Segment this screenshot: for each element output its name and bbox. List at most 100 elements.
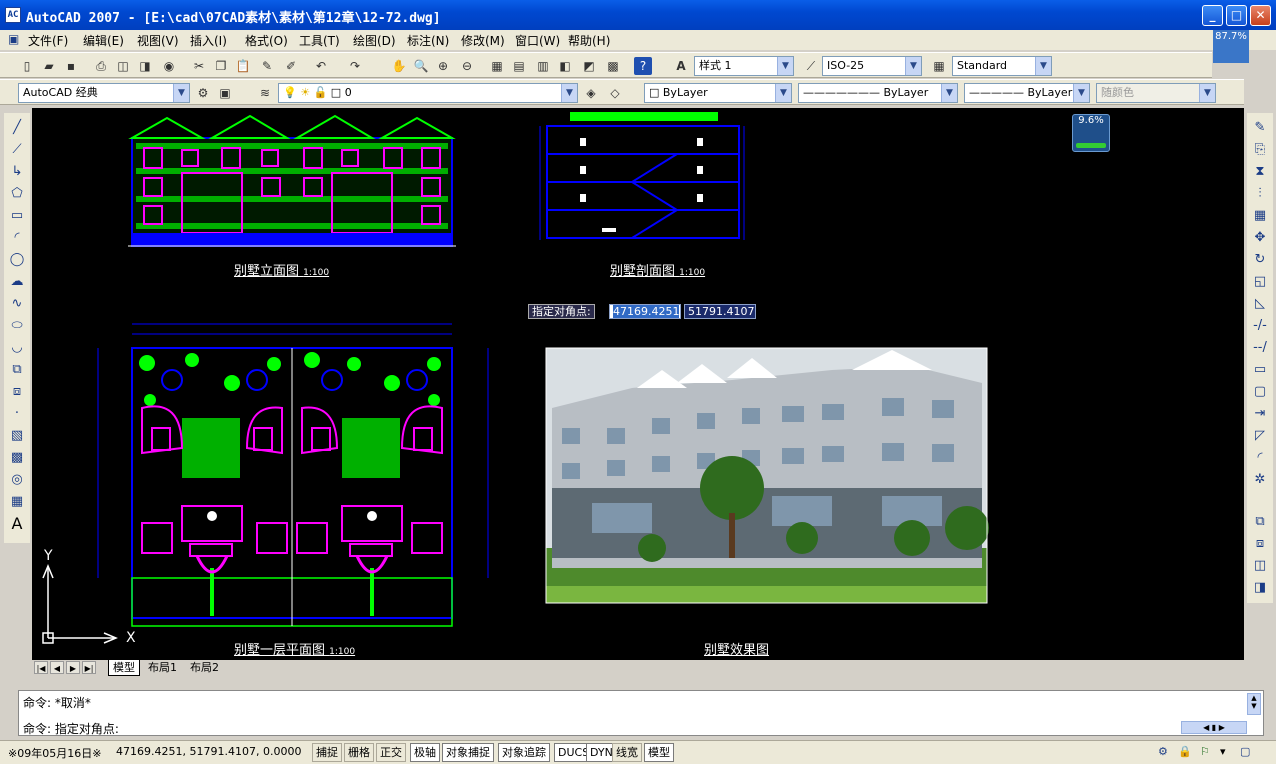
revision-cloud-icon[interactable]: ☁ — [8, 273, 26, 291]
gradient-icon[interactable]: ▩ — [8, 449, 26, 467]
menu-insert[interactable]: 插入(I) — [190, 32, 227, 49]
layer-previous-icon[interactable]: ◇ — [606, 84, 624, 102]
publish-icon[interactable]: ◨ — [136, 57, 154, 75]
zoom-window-icon[interactable]: ⊕ — [434, 57, 452, 75]
draw-order-above-icon[interactable]: ◫ — [1251, 557, 1269, 575]
sheet-set-icon[interactable]: ◧ — [556, 57, 574, 75]
markup-icon[interactable]: ◩ — [580, 57, 598, 75]
tab-last-icon[interactable]: ▶| — [82, 661, 96, 674]
arc-icon[interactable]: ◜ — [8, 229, 26, 247]
hatch-icon[interactable]: ▧ — [8, 427, 26, 445]
point-icon[interactable]: · — [8, 405, 26, 423]
plot-style-select[interactable]: 随颜色 ▼ — [1096, 83, 1216, 103]
calculator-icon[interactable]: ▩ — [604, 57, 622, 75]
table-style-icon[interactable]: ▦ — [930, 57, 948, 75]
osnap-toggle[interactable]: 对象捕捉 — [442, 743, 494, 762]
model-toggle[interactable]: 模型 — [644, 743, 674, 762]
multiline-text-icon[interactable]: A — [8, 515, 26, 533]
command-scrollbar[interactable]: ▲ ▼ — [1247, 693, 1261, 715]
break-icon[interactable]: ▢ — [1251, 383, 1269, 401]
color-select[interactable]: □ ByLayer ▼ — [644, 83, 792, 103]
ellipse-arc-icon[interactable]: ◡ — [8, 339, 26, 357]
tab-next-icon[interactable]: ▶ — [66, 661, 80, 674]
design-center-icon[interactable]: ▤ — [510, 57, 528, 75]
dim-style-select[interactable]: ISO-25 ▼ — [822, 56, 922, 76]
move-icon[interactable]: ✥ — [1251, 229, 1269, 247]
polygon-icon[interactable]: ⬠ — [8, 185, 26, 203]
tab-layout1[interactable]: 布局1 — [144, 660, 181, 676]
menu-view[interactable]: 视图(V) — [137, 32, 179, 49]
pan-icon[interactable]: ✋ — [390, 57, 408, 75]
extend-icon[interactable]: --/ — [1251, 339, 1269, 357]
menu-file[interactable]: 文件(F) — [28, 32, 68, 49]
cut-icon[interactable]: ✂ — [190, 57, 208, 75]
menu-help[interactable]: 帮助(H) — [568, 32, 610, 49]
draw-order-back-icon[interactable]: ⧈ — [1251, 535, 1269, 553]
rectangle-icon[interactable]: ▭ — [8, 207, 26, 225]
otrack-toggle[interactable]: 对象追踪 — [498, 743, 550, 762]
autocad-app-icon[interactable]: AC — [5, 7, 21, 23]
menu-edit[interactable]: 编辑(E) — [83, 32, 124, 49]
command-hscroll[interactable]: ◀ ▮ ▶ — [1181, 721, 1247, 734]
lineweight-toggle[interactable]: 线宽 — [612, 743, 642, 762]
construction-line-icon[interactable]: ⟋ — [8, 141, 26, 159]
snap-toggle[interactable]: 捕捉 — [312, 743, 342, 762]
table-icon[interactable]: ▦ — [8, 493, 26, 511]
redo-icon[interactable]: ↷ — [346, 57, 364, 75]
rotate-icon[interactable]: ↻ — [1251, 251, 1269, 269]
ellipse-icon[interactable]: ⬭ — [8, 317, 26, 335]
menu-dimension[interactable]: 标注(N) — [407, 32, 449, 49]
fillet-icon[interactable]: ◜ — [1251, 449, 1269, 467]
break-at-point-icon[interactable]: ▭ — [1251, 361, 1269, 379]
join-icon[interactable]: ⇥ — [1251, 405, 1269, 423]
table-style-select[interactable]: Standard ▼ — [952, 56, 1052, 76]
block-editor-icon[interactable]: ✐ — [282, 57, 300, 75]
zoom-realtime-icon[interactable]: 🔍 — [412, 57, 430, 75]
polyline-icon[interactable]: ↳ — [8, 163, 26, 181]
trim-icon[interactable]: -/- — [1251, 317, 1269, 335]
3d-dwf-icon[interactable]: ◉ — [160, 57, 178, 75]
status-menu-icon[interactable]: ▾ — [1220, 745, 1226, 758]
paste-icon[interactable]: 📋 — [234, 57, 252, 75]
make-block-icon[interactable]: ⧈ — [8, 383, 26, 401]
grid-toggle[interactable]: 栅格 — [344, 743, 374, 762]
offset-icon[interactable]: ⫶ — [1251, 185, 1269, 203]
lineweight-select[interactable]: ————— ByLayer ▼ — [964, 83, 1090, 103]
draw-order-front-icon[interactable]: ⧉ — [1251, 513, 1269, 531]
communication-center-icon[interactable]: ⚙ — [1158, 745, 1168, 758]
text-style-select[interactable]: 样式 1 ▼ — [694, 56, 794, 76]
doc-icon[interactable]: ▣ — [8, 32, 19, 46]
linetype-select[interactable]: ——————— ByLayer ▼ — [798, 83, 958, 103]
tray-settings-icon[interactable]: ⚐ — [1200, 745, 1210, 758]
spline-icon[interactable]: ∿ — [8, 295, 26, 313]
copy-clip-icon[interactable]: ❐ — [212, 57, 230, 75]
tab-layout2[interactable]: 布局2 — [186, 660, 223, 676]
undo-icon[interactable]: ↶ — [312, 57, 330, 75]
dynamic-input-x[interactable]: 47169.4251 — [609, 304, 681, 319]
match-properties-icon[interactable]: ✎ — [258, 57, 276, 75]
stretch-icon[interactable]: ◺ — [1251, 295, 1269, 313]
open-icon[interactable]: ▰ — [40, 57, 58, 75]
new-icon[interactable]: ▯ — [18, 57, 36, 75]
scale-icon[interactable]: ◱ — [1251, 273, 1269, 291]
zoom-previous-icon[interactable]: ⊖ — [458, 57, 476, 75]
dim-style-icon[interactable]: ⟋ — [802, 57, 820, 75]
save-icon[interactable]: ▪ — [62, 57, 80, 75]
menu-draw[interactable]: 绘图(D) — [353, 32, 396, 49]
circle-icon[interactable]: ◯ — [8, 251, 26, 269]
layer-select[interactable]: 💡 ☀ 🔓 □ 0 ▼ — [278, 83, 578, 103]
plot-preview-icon[interactable]: ◫ — [114, 57, 132, 75]
tool-palettes-icon[interactable]: ▥ — [534, 57, 552, 75]
erase-icon[interactable]: ✎ — [1251, 119, 1269, 137]
tab-model[interactable]: 模型 — [108, 660, 140, 676]
plot-icon[interactable]: ⎙ — [92, 57, 110, 75]
insert-block-icon[interactable]: ⧉ — [8, 361, 26, 379]
menu-modify[interactable]: 修改(M) — [461, 32, 505, 49]
command-window[interactable]: 命令: *取消* 命令: 指定对角点: ▲ ▼ ◀ ▮ ▶ — [18, 690, 1264, 736]
array-icon[interactable]: ▦ — [1251, 207, 1269, 225]
mirror-icon[interactable]: ⧗ — [1251, 163, 1269, 181]
clean-screen-icon[interactable]: ▢ — [1240, 745, 1250, 758]
polar-toggle[interactable]: 极轴 — [410, 743, 440, 762]
my-workspace-icon[interactable]: ▣ — [216, 84, 234, 102]
maximize-button[interactable]: □ — [1226, 5, 1247, 26]
